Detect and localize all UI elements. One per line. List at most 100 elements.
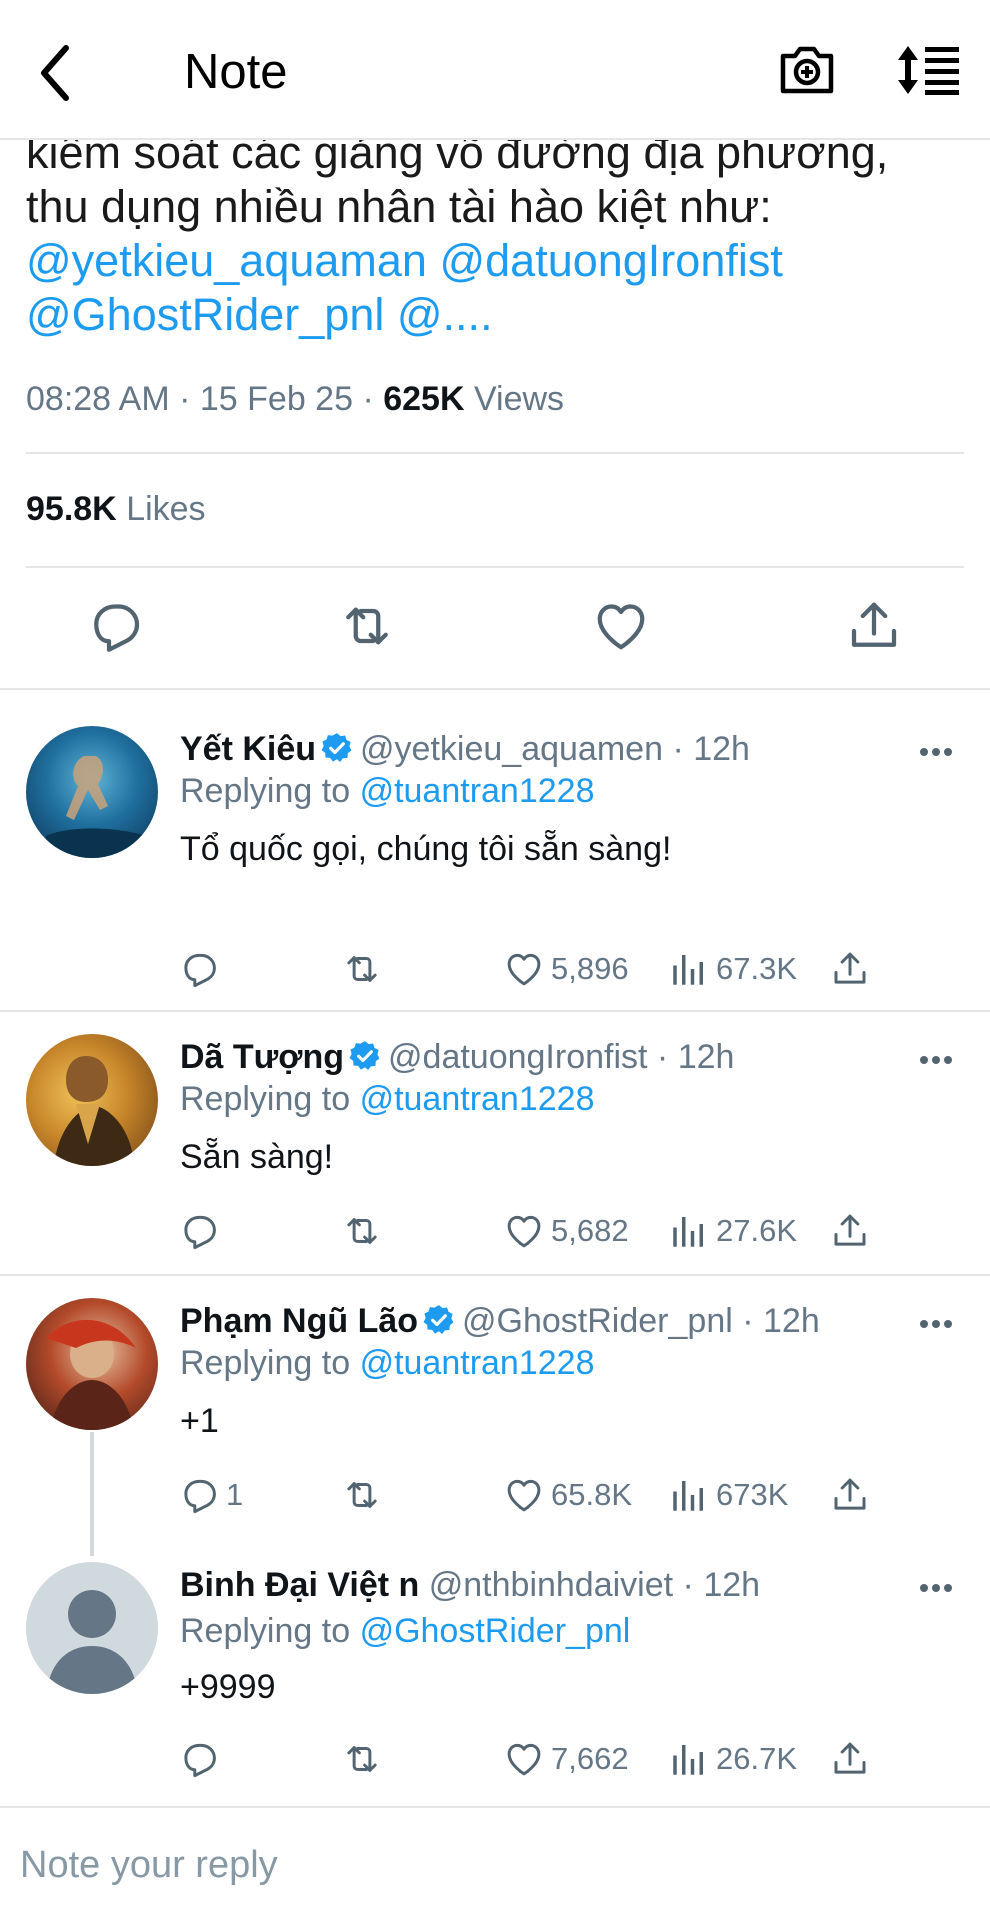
sort-icon[interactable] (895, 44, 961, 96)
replying-prefix: Replying to (180, 1344, 351, 1382)
mention-link[interactable]: @.... (397, 289, 493, 340)
retweet-icon (341, 1474, 383, 1516)
display-name[interactable]: Yết Kiêu (180, 730, 316, 768)
like-count: 5,682 (551, 1213, 629, 1248)
retweet-button[interactable] (341, 1472, 383, 1518)
heart-icon (503, 948, 545, 990)
like-button[interactable]: 7,662 (503, 1736, 629, 1782)
verified-badge-icon (348, 1039, 382, 1073)
replying-to-link[interactable]: @GhostRider_pnl (360, 1612, 631, 1650)
tweet-date: 15 Feb 25 (199, 380, 353, 418)
views-label: Views (473, 380, 565, 418)
retweet-icon[interactable] (337, 596, 397, 656)
reply-text: +1 (180, 1402, 219, 1440)
replying-to-link[interactable]: @tuantran1228 (360, 772, 595, 810)
replying-to: Replying to @tuantran1228 (180, 1080, 594, 1119)
views-count: 27.6K (716, 1213, 798, 1248)
reply-button[interactable] (178, 1736, 226, 1782)
like-button[interactable]: 5,682 (503, 1208, 629, 1254)
more-options-icon[interactable] (918, 1582, 954, 1594)
avatar[interactable] (26, 1562, 158, 1694)
replying-prefix: Replying to (180, 772, 351, 810)
share-button[interactable] (829, 946, 871, 992)
avatar[interactable] (26, 1034, 158, 1166)
heart-icon[interactable] (591, 596, 651, 656)
mention-link[interactable]: @datuongIronfist (439, 235, 782, 286)
views-button[interactable]: 67.3K (668, 946, 797, 992)
replying-to: Replying to @tuantran1228 (180, 772, 594, 811)
views-count: 67.3K (716, 951, 798, 986)
mention-link[interactable]: @yetkieu_aquaman (26, 235, 427, 286)
reply-item[interactable]: Phạm Ngũ Lão @GhostRider_pnl · 12h Replyi… (0, 1276, 990, 1538)
reply-time: · 12h (656, 1038, 735, 1076)
reply-button[interactable]: 1 (178, 1472, 243, 1518)
retweet-button[interactable] (341, 946, 383, 992)
display-name[interactable]: Phạm Ngũ Lão (180, 1302, 418, 1340)
retweet-icon (341, 1738, 383, 1780)
camera-add-icon[interactable] (778, 42, 836, 98)
retweet-button[interactable] (341, 1208, 383, 1254)
verified-badge-icon (320, 731, 354, 765)
top-bar: Note (0, 0, 990, 140)
display-name[interactable]: Dã Tượng (180, 1038, 344, 1076)
views-button[interactable]: 673K (668, 1472, 788, 1518)
share-icon (829, 1210, 871, 1252)
like-button[interactable]: 5,896 (503, 946, 629, 992)
reply-text: +9999 (180, 1668, 276, 1706)
views-icon (668, 948, 710, 990)
reply-button[interactable] (178, 946, 226, 992)
likes-label: Likes (126, 490, 206, 528)
reply-item[interactable]: Dã Tượng @datuongIronfist · 12h Replying … (0, 1012, 990, 1274)
reply-item[interactable]: Binh Đại Việt n @nthbinhdaiviet · 12h Re… (0, 1540, 990, 1804)
reply-input[interactable] (20, 1840, 960, 1890)
tweet-meta: 08:28 AM · 15 Feb 25 · 625K Views (26, 380, 565, 418)
user-handle[interactable]: @datuongIronfist (388, 1038, 647, 1076)
reply-actions: 5,896 67.3K (0, 946, 990, 996)
replying-to-link[interactable]: @tuantran1228 (360, 1344, 595, 1382)
retweet-icon (341, 1210, 383, 1252)
divider (26, 452, 964, 454)
verified-badge-icon (422, 1303, 456, 1337)
reply-icon[interactable] (85, 596, 145, 656)
views-count: 26.7K (716, 1741, 798, 1776)
mention-link[interactable]: @GhostRider_pnl (26, 289, 384, 340)
user-handle[interactable]: @nthbinhdaiviet (429, 1566, 673, 1604)
replying-prefix: Replying to (180, 1080, 351, 1118)
user-handle[interactable]: @GhostRider_pnl (462, 1302, 733, 1340)
avatar[interactable] (26, 726, 158, 858)
likes-count: 95.8K (26, 490, 117, 528)
tweet-text: kiêm soát các giảng võ đường địa phương,… (26, 126, 976, 342)
display-name[interactable]: Binh Đại Việt n (180, 1566, 419, 1604)
more-options-icon[interactable] (918, 1054, 954, 1066)
reply-item[interactable]: Yết Kiêu @yetkieu_aquamen · 12h Replying … (0, 690, 990, 1010)
retweet-button[interactable] (341, 1736, 383, 1782)
user-handle[interactable]: @yetkieu_aquamen (360, 730, 663, 768)
reply-icon (178, 948, 220, 990)
heart-icon (503, 1474, 545, 1516)
reply-header: Dã Tượng @datuongIronfist · 12h (180, 1038, 734, 1077)
replying-to-link[interactable]: @tuantran1228 (360, 1080, 595, 1118)
share-button[interactable] (829, 1208, 871, 1254)
reply-icon (178, 1474, 220, 1516)
like-button[interactable]: 65.8K (503, 1472, 632, 1518)
views-count: 673K (716, 1477, 789, 1512)
share-button[interactable] (829, 1736, 871, 1782)
replying-to: Replying to @tuantran1228 (180, 1344, 594, 1383)
divider (26, 566, 964, 568)
share-icon[interactable] (844, 596, 904, 656)
reply-time: · 12h (672, 730, 750, 768)
more-options-icon[interactable] (918, 1318, 954, 1330)
more-options-icon[interactable] (918, 746, 954, 758)
avatar[interactable] (26, 1298, 158, 1430)
reply-icon (178, 1738, 220, 1780)
tweet-time: 08:28 AM (26, 380, 170, 418)
likes-summary[interactable]: 95.8K Likes (26, 490, 206, 529)
reply-text: Tổ quốc gọi, chúng tôi sẵn sàng! (180, 830, 672, 868)
reply-composer (0, 1806, 990, 1920)
back-icon[interactable] (30, 38, 90, 108)
reply-button[interactable] (178, 1208, 226, 1254)
reply-header: Yết Kiêu @yetkieu_aquamen · 12h (180, 730, 750, 769)
views-button[interactable]: 26.7K (668, 1736, 797, 1782)
share-button[interactable] (829, 1472, 871, 1518)
views-button[interactable]: 27.6K (668, 1208, 797, 1254)
